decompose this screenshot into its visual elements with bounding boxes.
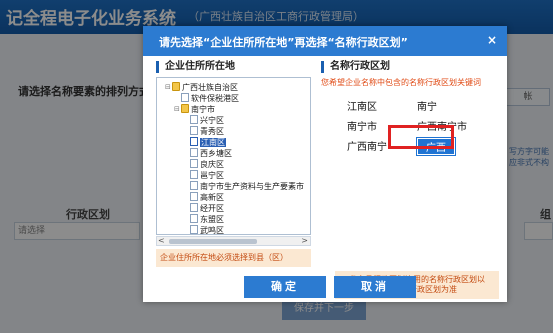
name-division-panel: 名称行政区划 您希望企业名称中包含的名称行政区划关键词 江南区 南宁南宁市广西南宁… xyxy=(321,61,499,299)
tree-item[interactable]: 经开区 xyxy=(183,203,224,214)
document-icon xyxy=(190,225,198,234)
tree-item[interactable]: ⊟ 广西壮族自治区 xyxy=(165,82,238,93)
tree-item[interactable]: 青秀区 xyxy=(183,126,224,137)
scroll-thumb[interactable] xyxy=(169,239,257,244)
tree-item[interactable]: 东盟区 xyxy=(183,214,224,225)
scroll-right-arrow-icon[interactable]: > xyxy=(301,236,308,245)
name-division-section-title: 名称行政区划 xyxy=(321,61,390,73)
cancel-button[interactable]: 取消 xyxy=(334,276,416,298)
tree-item-label: 南宁市 xyxy=(191,105,215,114)
selection-highlight-box xyxy=(388,125,454,149)
document-icon xyxy=(190,192,198,201)
residence-section-title: 企业住所所在地 xyxy=(156,61,235,73)
tree-item[interactable]: 兴宁区 xyxy=(183,115,224,126)
dialog-title: 请先选择“企业住所所在地”再选择“名称行政区划” xyxy=(159,36,408,49)
document-icon xyxy=(190,181,198,190)
tree-item[interactable]: ⊟ 南宁市 xyxy=(174,104,215,115)
horizontal-scrollbar[interactable]: < > xyxy=(156,236,311,246)
dialog-header: 请先选择“企业住所所在地”再选择“名称行政区划” × xyxy=(143,26,507,56)
tree-item-label: 高新区 xyxy=(200,193,224,202)
tree-item[interactable]: 软件保税港区 xyxy=(174,93,239,104)
tree-item-label: 邕宁区 xyxy=(200,171,224,180)
tree-item[interactable]: 邕宁区 xyxy=(183,170,224,181)
name-option[interactable]: 南宁市 xyxy=(347,118,377,133)
tree-item[interactable]: 武鸣区 xyxy=(183,225,224,235)
tree-item[interactable]: 南宁市生产资料与生产要素市 xyxy=(183,181,304,192)
tree-item-label: 经开区 xyxy=(200,204,224,213)
tree-item-label: 西乡塘区 xyxy=(200,149,232,158)
tree-item-label: 广西壮族自治区 xyxy=(182,83,238,92)
folder-icon xyxy=(172,82,180,91)
name-option[interactable]: 江南区 xyxy=(347,98,377,113)
tree-item[interactable]: 江南区 xyxy=(183,137,226,148)
collapse-toggle-icon[interactable]: ⊟ xyxy=(174,104,181,115)
tree-item[interactable]: 高新区 xyxy=(183,192,224,203)
name-option[interactable]: 南宁 xyxy=(417,98,437,113)
tree-item[interactable]: 良庆区 xyxy=(183,159,224,170)
tree-item-label: 兴宁区 xyxy=(200,116,224,125)
close-icon[interactable]: × xyxy=(487,33,497,47)
document-icon xyxy=(190,214,198,223)
tree-item-label: 武鸣区 xyxy=(200,226,224,235)
tree-item-label: 青秀区 xyxy=(200,127,224,136)
region-select-dialog: 请先选择“企业住所所在地”再选择“名称行政区划” × 企业住所所在地 ⊟ 广西壮族… xyxy=(143,26,507,302)
name-division-options: 江南区 南宁 南宁市 广西南宁市 广西南宁 广西 xyxy=(321,93,499,243)
document-icon xyxy=(190,137,198,146)
document-icon xyxy=(190,159,198,168)
document-icon xyxy=(190,126,198,135)
tree-item-label: 良庆区 xyxy=(200,160,224,169)
folder-icon xyxy=(181,104,189,113)
document-icon xyxy=(190,115,198,124)
collapse-toggle-icon[interactable]: ⊟ xyxy=(165,82,172,93)
document-icon xyxy=(190,148,198,157)
name-option[interactable]: 广西南宁 xyxy=(347,138,387,153)
tree-item-label: 南宁市生产资料与生产要素市 xyxy=(200,182,304,191)
scroll-left-arrow-icon[interactable]: < xyxy=(158,236,165,245)
tree-item-label: 东盟区 xyxy=(200,215,224,224)
residence-note: 企业住所所在地必须选择到县（区） xyxy=(156,249,311,267)
document-icon xyxy=(181,93,189,102)
region-tree: ⊟ 广西壮族自治区 软件保税港区 ⊟ 南宁市 兴宁区 青秀区 江南区 西乡塘区 良庆区 邕宁区 南宁市… xyxy=(156,77,311,235)
name-division-hint: 您希望企业名称中包含的名称行政区划关键词 xyxy=(321,78,481,87)
tree-item-label: 软件保税港区 xyxy=(191,94,239,103)
document-icon xyxy=(190,170,198,179)
residence-panel: 企业住所所在地 ⊟ 广西壮族自治区软件保税港区 ⊟ 南宁市兴宁区青秀区江南区西乡塘区良… xyxy=(156,61,311,267)
confirm-button[interactable]: 确定 xyxy=(244,276,326,298)
tree-item-label: 江南区 xyxy=(200,138,226,147)
document-icon xyxy=(190,203,198,212)
tree-item[interactable]: 西乡塘区 xyxy=(183,148,232,159)
